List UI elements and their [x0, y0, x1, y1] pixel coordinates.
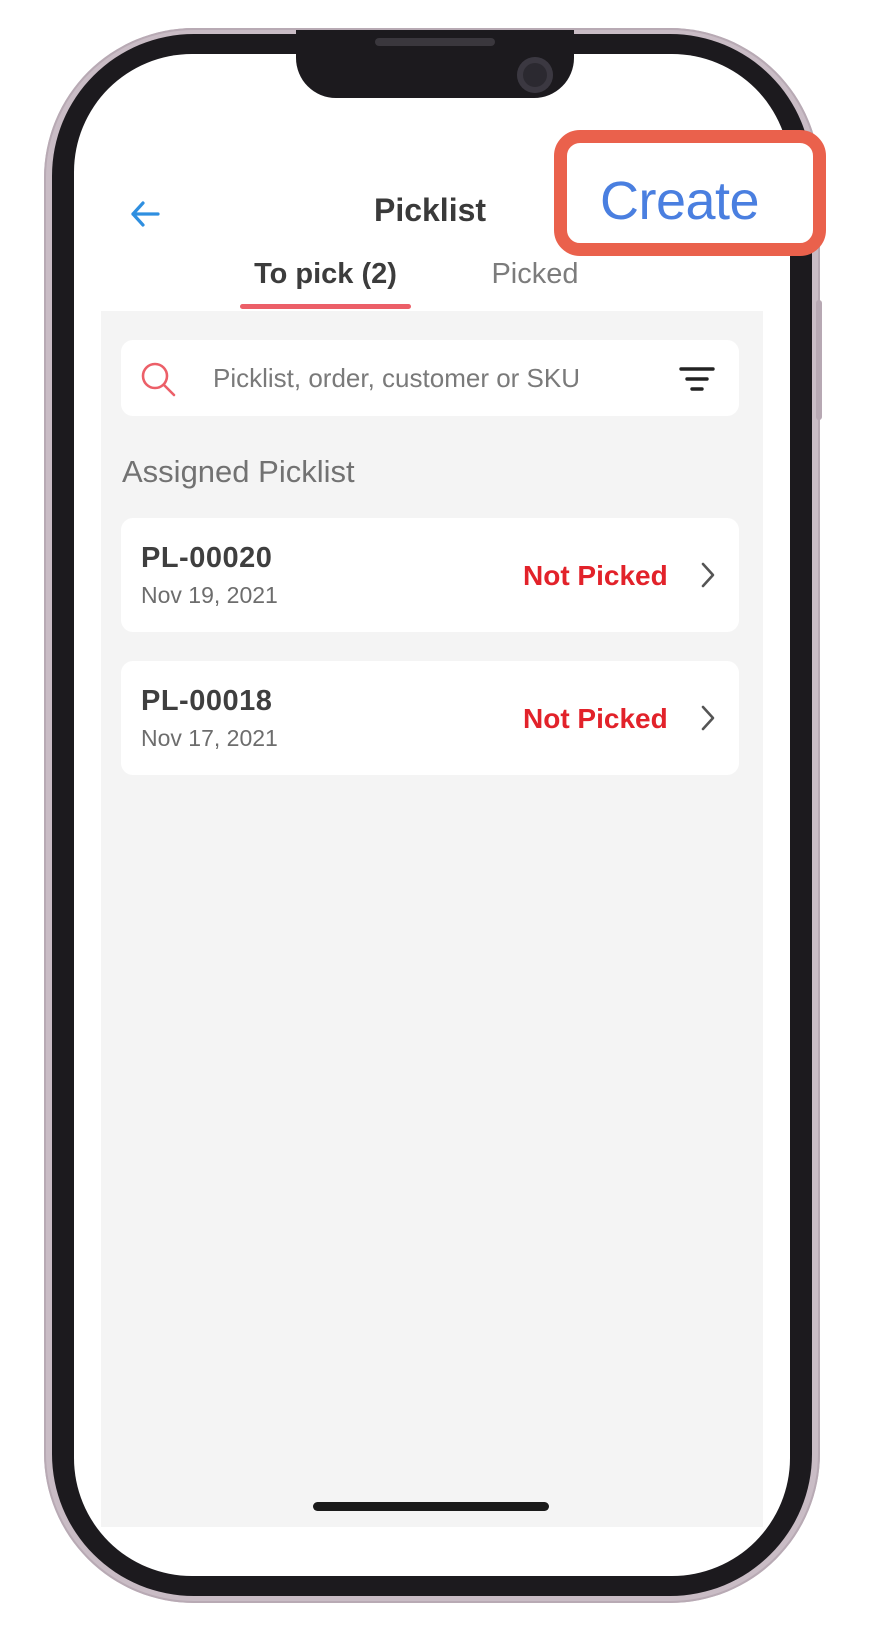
- picklist-card[interactable]: PL-00020 Nov 19, 2021 Not Picked: [121, 518, 739, 632]
- filter-icon[interactable]: [679, 364, 715, 394]
- picklist-date: Nov 19, 2021: [141, 582, 278, 608]
- notch-speaker: [375, 38, 495, 46]
- arrow-left-icon[interactable]: [128, 197, 162, 231]
- tab-to-pick[interactable]: To pick (2): [240, 258, 411, 291]
- content-area: [101, 311, 763, 1527]
- active-tab-indicator: [240, 304, 411, 309]
- search-input[interactable]: [211, 354, 655, 402]
- picklist-id: PL-00020: [141, 542, 273, 574]
- search-bar: [121, 340, 739, 416]
- page-title: Picklist: [373, 192, 487, 228]
- create-button[interactable]: Create: [600, 170, 760, 232]
- picklist-id: PL-00018: [141, 685, 273, 717]
- search-icon: [141, 362, 176, 397]
- screenshot-stage: Picklist Create To pick (2) Picked Assig…: [0, 0, 870, 1632]
- home-indicator: [313, 1502, 549, 1511]
- side-button: [816, 300, 822, 420]
- tab-picked[interactable]: Picked: [470, 258, 600, 291]
- chevron-right-icon: [701, 562, 715, 588]
- picklist-date: Nov 17, 2021: [141, 725, 278, 751]
- picklist-card[interactable]: PL-00018 Nov 17, 2021 Not Picked: [121, 661, 739, 775]
- section-heading: Assigned Picklist: [122, 454, 355, 489]
- chevron-right-icon: [701, 705, 715, 731]
- front-camera: [517, 57, 553, 93]
- status-label: Not Picked: [523, 560, 668, 591]
- status-label: Not Picked: [523, 703, 668, 734]
